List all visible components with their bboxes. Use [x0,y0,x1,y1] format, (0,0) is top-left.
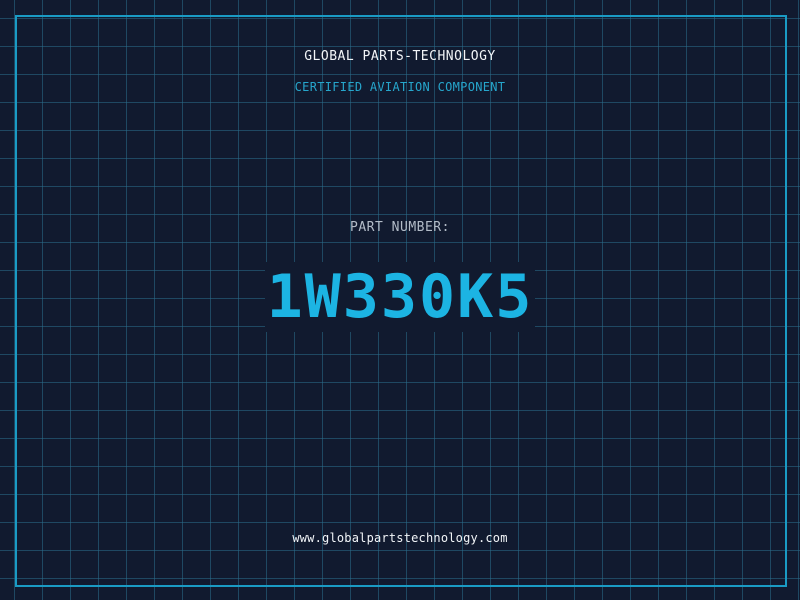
website-link[interactable]: www.globalpartstechnology.com [0,531,800,545]
part-label-screen: GLOBAL PARTS-TECHNOLOGY CERTIFIED AVIATI… [0,0,800,600]
certification-subtitle: CERTIFIED AVIATION COMPONENT [294,80,506,94]
part-number-value: 1W330K5 [264,262,536,332]
part-number-label: PART NUMBER: [350,220,450,235]
brand-name: GLOBAL PARTS-TECHNOLOGY [304,49,496,64]
part-number-value-row: 1W330K5 [0,262,800,332]
